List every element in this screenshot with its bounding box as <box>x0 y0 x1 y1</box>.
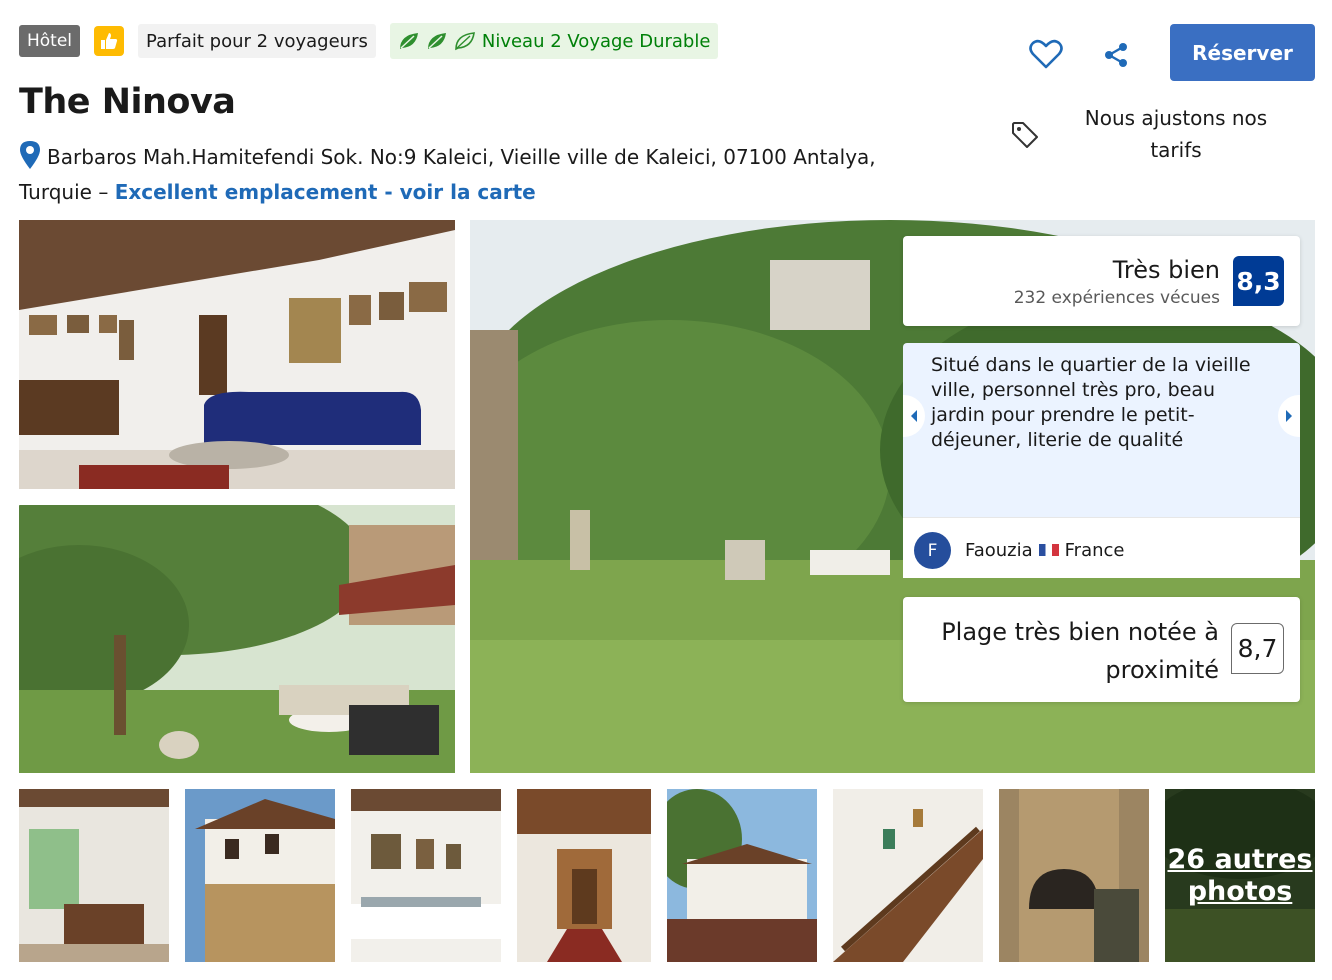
reviewer-country: France <box>1064 540 1125 561</box>
reviewer-info: Faouzia France <box>965 540 1125 561</box>
review-count: 232 expériences vécues <box>1013 288 1220 308</box>
leaf-icon <box>399 33 418 49</box>
nearby-label: Plage très bien notée à proximité <box>941 618 1219 684</box>
map-pin-icon <box>20 141 40 169</box>
photo-lobby[interactable] <box>19 220 455 489</box>
rating-score: 8,3 <box>1233 256 1284 306</box>
leaf-icon <box>427 33 446 49</box>
hotel-address: Barbaros Mah.Hamitefendi Sok. No:9 Kalei… <box>19 140 919 210</box>
review-card: Situé dans le quartier de la vieille vil… <box>903 343 1300 578</box>
reserve-button[interactable]: Réserver <box>1170 24 1315 81</box>
photo-garden-terrace[interactable] <box>19 505 455 773</box>
heart-icon[interactable] <box>1026 36 1066 72</box>
reviewer-name: Faouzia <box>965 540 1033 561</box>
price-tag-icon <box>1012 122 1038 148</box>
travelers-badge: Parfait pour 2 voyageurs <box>138 24 376 58</box>
sustainability-badge[interactable]: Niveau 2 Voyage Durable <box>389 23 719 59</box>
chevron-right-icon <box>1286 410 1292 422</box>
map-link[interactable]: Excellent emplacement - voir la carte <box>115 180 536 204</box>
thumbnail-reception[interactable] <box>19 789 169 962</box>
rating-card[interactable]: Très bien 232 expériences vécues 8,3 <box>903 236 1300 326</box>
thumbnail-hallway[interactable] <box>517 789 651 962</box>
chevron-left-icon <box>911 410 917 422</box>
thumbnail-street[interactable] <box>185 789 335 962</box>
review-text: Situé dans le quartier de la vieille vil… <box>931 354 1251 451</box>
rating-label: Très bien <box>1112 256 1220 284</box>
price-adjust-note: Nous ajustons nos tarifs <box>1084 106 1268 162</box>
share-icon[interactable] <box>1099 38 1133 72</box>
badge-row: Hôtel Parfait pour 2 voyageurs Niveau 2 … <box>19 23 719 59</box>
sustainability-label: Niveau 2 Voyage Durable <box>481 30 711 52</box>
thumbnail-breakfast-room[interactable] <box>351 789 501 962</box>
thumbs-up-icon <box>94 26 125 56</box>
nearby-score: 8,7 <box>1231 623 1284 674</box>
thumbnail-exterior[interactable] <box>667 789 817 962</box>
property-type-badge: Hôtel <box>19 25 81 57</box>
more-photos-link[interactable]: 26 autres photos <box>1165 789 1315 962</box>
avatar: F <box>914 532 951 569</box>
france-flag-icon <box>1038 544 1059 556</box>
thumbnail-staircase[interactable] <box>833 789 983 962</box>
leaf-icon <box>455 32 475 51</box>
review-footer: F Faouzia France <box>903 517 1300 578</box>
nearby-beach-card[interactable]: Plage très bien notée à proximité 8,7 <box>903 597 1300 702</box>
thumbnail-stone-oven[interactable] <box>999 789 1149 962</box>
hotel-name: The Ninova <box>19 82 236 122</box>
